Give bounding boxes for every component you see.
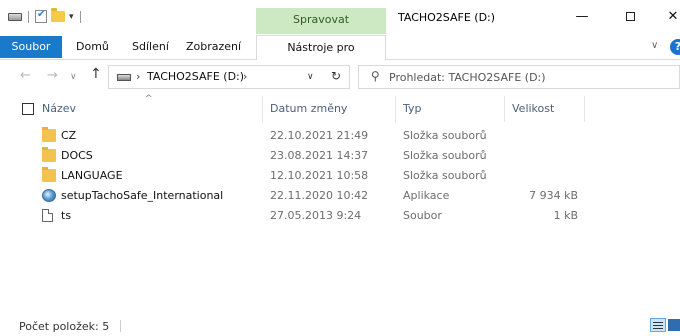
- item-count: Počet položek: 5: [19, 320, 110, 333]
- back-button[interactable]: ←: [20, 68, 31, 83]
- address-bar[interactable]: › TACHO2SAFE (D:) › ∨ ↻: [108, 65, 350, 89]
- file-list: CZ 22.10.2021 21:49 Složka souborů DOCS …: [0, 126, 680, 226]
- file-date: 27.05.2013 9:24: [270, 209, 362, 222]
- folder-icon: [42, 127, 56, 142]
- new-folder-icon[interactable]: [51, 8, 65, 22]
- column-header-size[interactable]: Velikost: [512, 102, 554, 115]
- column-header-date[interactable]: Datum změny: [270, 102, 347, 115]
- large-icons-view-icon[interactable]: [668, 319, 680, 331]
- file-row[interactable]: DOCS 23.08.2021 14:37 Složka souborů: [0, 146, 680, 166]
- file-row[interactable]: ts 27.05.2013 9:24 Soubor 1 kB: [0, 206, 680, 226]
- file-type: Složka souborů: [403, 149, 487, 162]
- file-name: DOCS: [61, 149, 93, 162]
- column-divider[interactable]: [262, 96, 263, 122]
- up-button[interactable]: ↑: [90, 66, 102, 82]
- sort-indicator-icon: ^: [145, 94, 153, 104]
- tab-share[interactable]: Sdílení: [126, 37, 175, 57]
- file-type: Soubor: [403, 209, 442, 222]
- quick-access-toolbar: ▾: [8, 8, 83, 23]
- file-name: CZ: [61, 129, 77, 142]
- details-view-icon[interactable]: [650, 318, 666, 332]
- column-header-row: ^ Název Datum změny Typ Velikost: [0, 94, 680, 122]
- tab-file[interactable]: Soubor: [0, 36, 62, 58]
- file-size: 7 934 kB: [529, 189, 578, 202]
- search-box[interactable]: ⚲: [358, 65, 680, 89]
- setup-app-icon: [42, 189, 56, 202]
- folder-icon: [42, 167, 56, 182]
- select-all-checkbox[interactable]: [22, 103, 34, 115]
- breadcrumb-drive[interactable]: TACHO2SAFE (D:): [147, 70, 244, 83]
- breadcrumb-chevron[interactable]: ›: [136, 70, 140, 83]
- file-row[interactable]: setupTachoSafe_International 22.11.2020 …: [0, 186, 680, 206]
- file-row[interactable]: CZ 22.10.2021 21:49 Složka souborů: [0, 126, 680, 146]
- customize-qat-dropdown-icon[interactable]: ▾: [69, 12, 74, 22]
- minimize-button[interactable]: —: [565, 6, 599, 28]
- file-name: ts: [61, 209, 72, 222]
- file-date: 22.11.2020 10:42: [270, 189, 369, 202]
- column-header-name[interactable]: Název: [42, 102, 76, 115]
- maximize-button[interactable]: [613, 6, 647, 28]
- status-divider: [120, 320, 121, 332]
- status-bar: Počet položek: 5: [0, 316, 680, 336]
- window-title: TACHO2SAFE (D:): [398, 11, 496, 24]
- drive-icon: [117, 74, 131, 81]
- close-button[interactable]: ✕: [656, 6, 680, 28]
- file-date: 23.08.2021 14:37: [270, 149, 369, 162]
- help-icon[interactable]: ?: [670, 39, 680, 55]
- address-dropdown-button[interactable]: ∨: [307, 72, 314, 82]
- column-divider[interactable]: [395, 96, 396, 122]
- file-size: 1 kB: [553, 209, 578, 222]
- manage-contextual-header: Spravovat: [256, 8, 386, 34]
- tab-home[interactable]: Domů: [70, 37, 115, 57]
- column-divider[interactable]: [584, 96, 585, 122]
- tab-view[interactable]: Zobrazení: [180, 37, 247, 57]
- qat-separator: [28, 10, 29, 23]
- file-type: Složka souborů: [403, 169, 487, 182]
- file-name: setupTachoSafe_International: [61, 189, 224, 202]
- ribbon-tabs: Soubor Domů Sdílení Zobrazení Nástroje p…: [0, 34, 680, 78]
- navigation-bar: ← → ∨ ↑ › TACHO2SAFE (D:) › ∨ ↻ ⚲: [0, 62, 680, 92]
- folder-icon: [42, 147, 56, 162]
- refresh-button[interactable]: ↻: [331, 69, 341, 83]
- expand-ribbon-icon[interactable]: ∨: [651, 40, 658, 51]
- properties-icon[interactable]: [35, 9, 47, 23]
- search-icon: ⚲: [371, 69, 380, 83]
- column-header-type[interactable]: Typ: [403, 102, 422, 115]
- file-icon: [42, 209, 53, 222]
- file-name: LANGUAGE: [61, 169, 123, 182]
- drive-icon[interactable]: [8, 12, 22, 21]
- tab-drive-tools[interactable]: Nástroje pro jednotky: [256, 35, 386, 78]
- breadcrumb-chevron[interactable]: ›: [243, 70, 247, 83]
- title-bar: ▾ Spravovat TACHO2SAFE (D:) — ✕: [0, 0, 680, 34]
- file-type: Aplikace: [403, 189, 450, 202]
- recent-locations-dropdown[interactable]: ∨: [70, 72, 77, 82]
- column-divider[interactable]: [504, 96, 505, 122]
- forward-button[interactable]: →: [47, 68, 58, 83]
- file-date: 22.10.2021 21:49: [270, 129, 369, 142]
- file-row[interactable]: LANGUAGE 12.10.2021 10:58 Složka souborů: [0, 166, 680, 186]
- file-type: Složka souborů: [403, 129, 487, 142]
- file-date: 12.10.2021 10:58: [270, 169, 369, 182]
- maximize-icon: [625, 12, 635, 21]
- search-input[interactable]: [389, 68, 669, 86]
- qat-separator: [79, 10, 81, 23]
